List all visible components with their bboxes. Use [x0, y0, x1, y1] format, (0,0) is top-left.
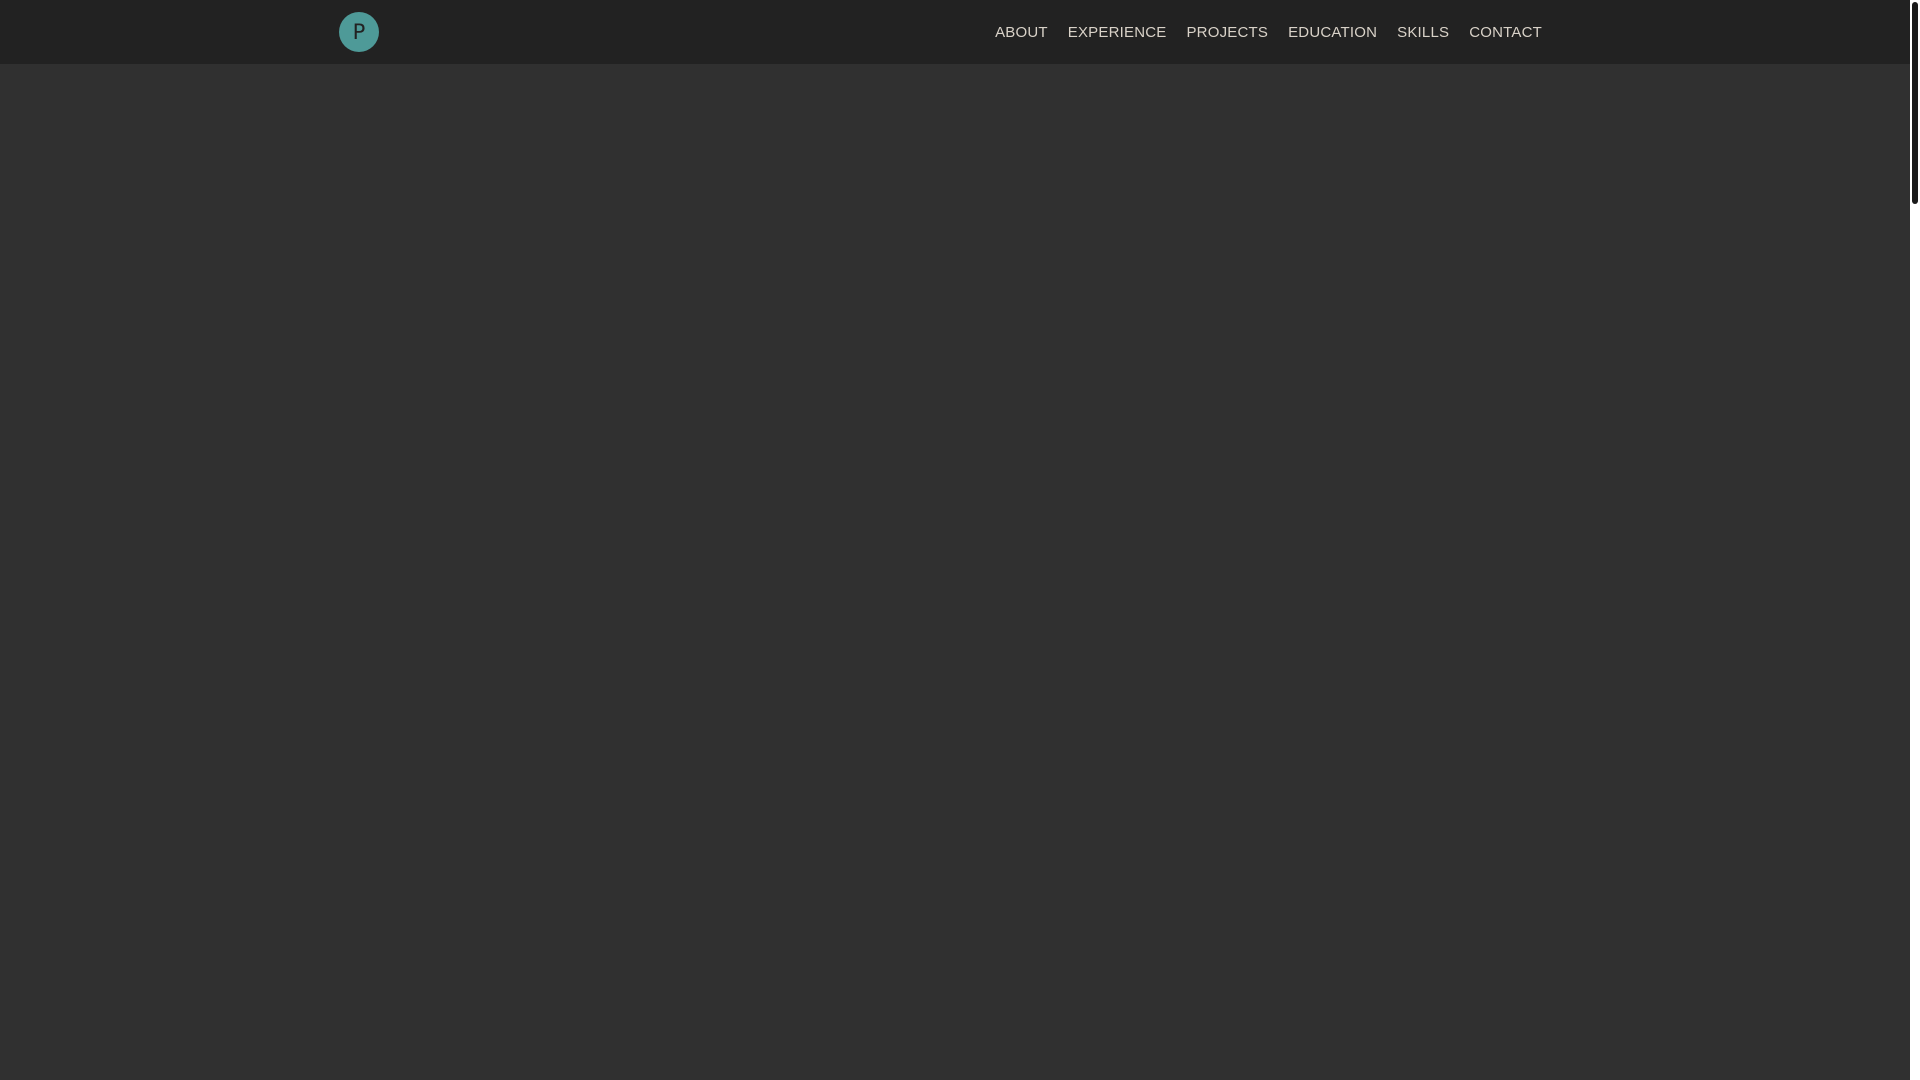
- vertical-scrollbar[interactable]: [1910, 0, 1920, 1080]
- main-content-area: [0, 64, 1910, 1080]
- scrollbar-thumb[interactable]: [1912, 2, 1918, 204]
- nav-link-skills[interactable]: SKILLS: [1397, 24, 1449, 41]
- logo-letter: P: [352, 19, 366, 44]
- main-navigation: ABOUT EXPERIENCE PROJECTS EDUCATION SKIL…: [995, 0, 1542, 64]
- nav-link-education[interactable]: EDUCATION: [1288, 24, 1377, 41]
- nav-link-contact[interactable]: CONTACT: [1469, 24, 1542, 41]
- logo-button[interactable]: P: [339, 12, 379, 52]
- nav-link-projects[interactable]: PROJECTS: [1186, 24, 1268, 41]
- nav-link-about[interactable]: ABOUT: [995, 24, 1048, 41]
- portfolio-page: P ABOUT EXPERIENCE PROJECTS EDUCATION SK…: [0, 0, 1920, 1080]
- nav-link-experience[interactable]: EXPERIENCE: [1068, 24, 1167, 41]
- top-navbar: P ABOUT EXPERIENCE PROJECTS EDUCATION SK…: [0, 0, 1910, 64]
